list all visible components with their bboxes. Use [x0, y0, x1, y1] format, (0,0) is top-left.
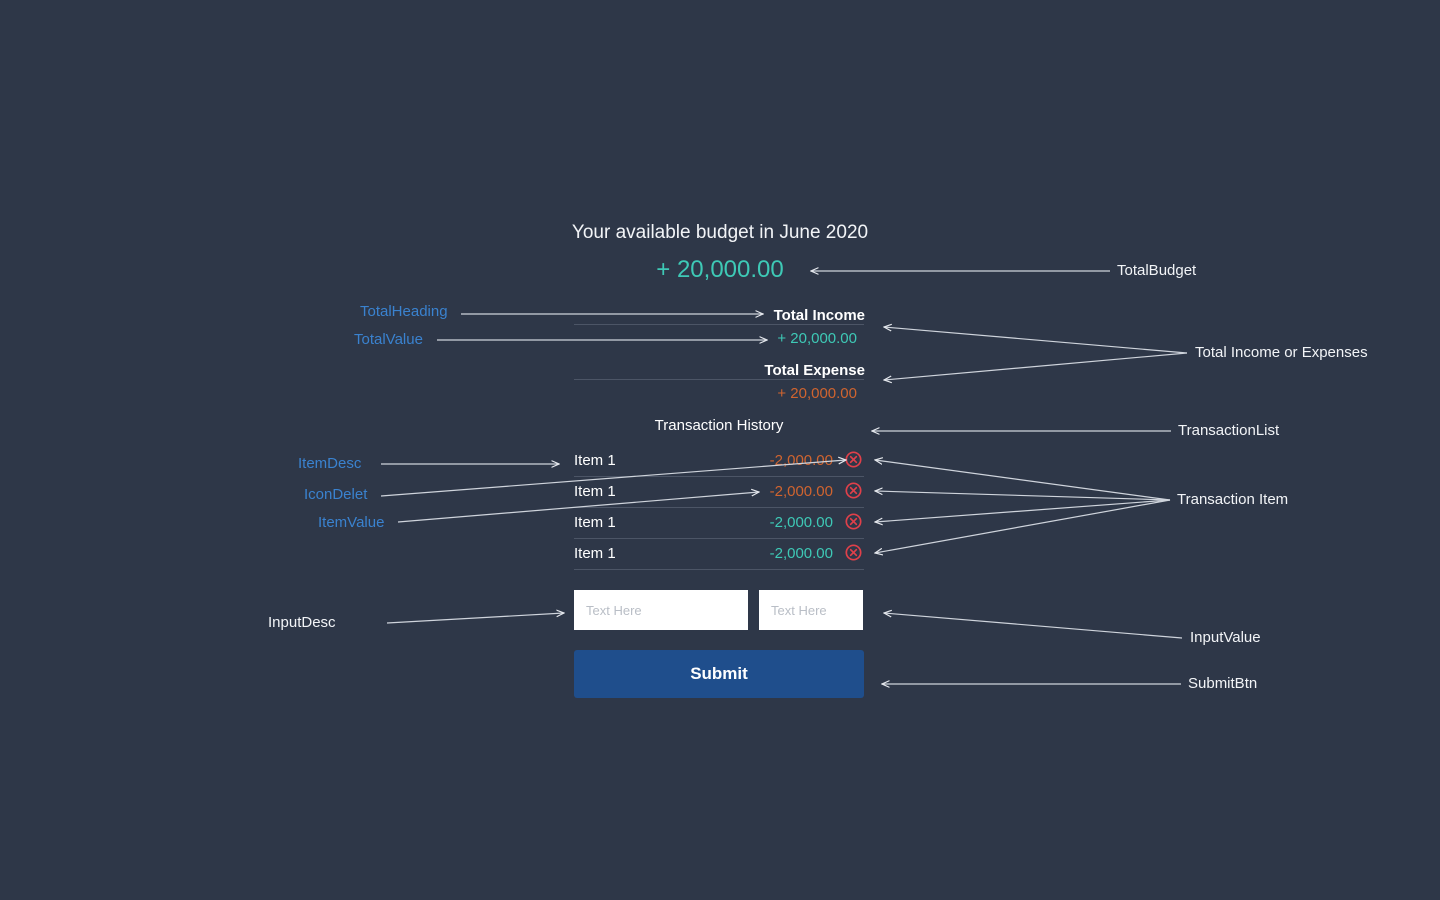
arrow-tx-item-1: [875, 460, 1171, 501]
arrow-input-value: [884, 613, 1183, 639]
annotation-arrows: [380, 0, 1188, 900]
arrow-tx-item-2: [875, 491, 1171, 501]
arrow-icon-delete: [380, 460, 846, 497]
arrow-expense: [884, 352, 1188, 380]
arrow-item-value: [397, 492, 759, 523]
arrow-input-desc: [386, 613, 564, 624]
arrow-tx-item-3: [875, 499, 1171, 522]
arrow-tx-item-4: [875, 499, 1171, 553]
arrow-income: [884, 327, 1188, 354]
